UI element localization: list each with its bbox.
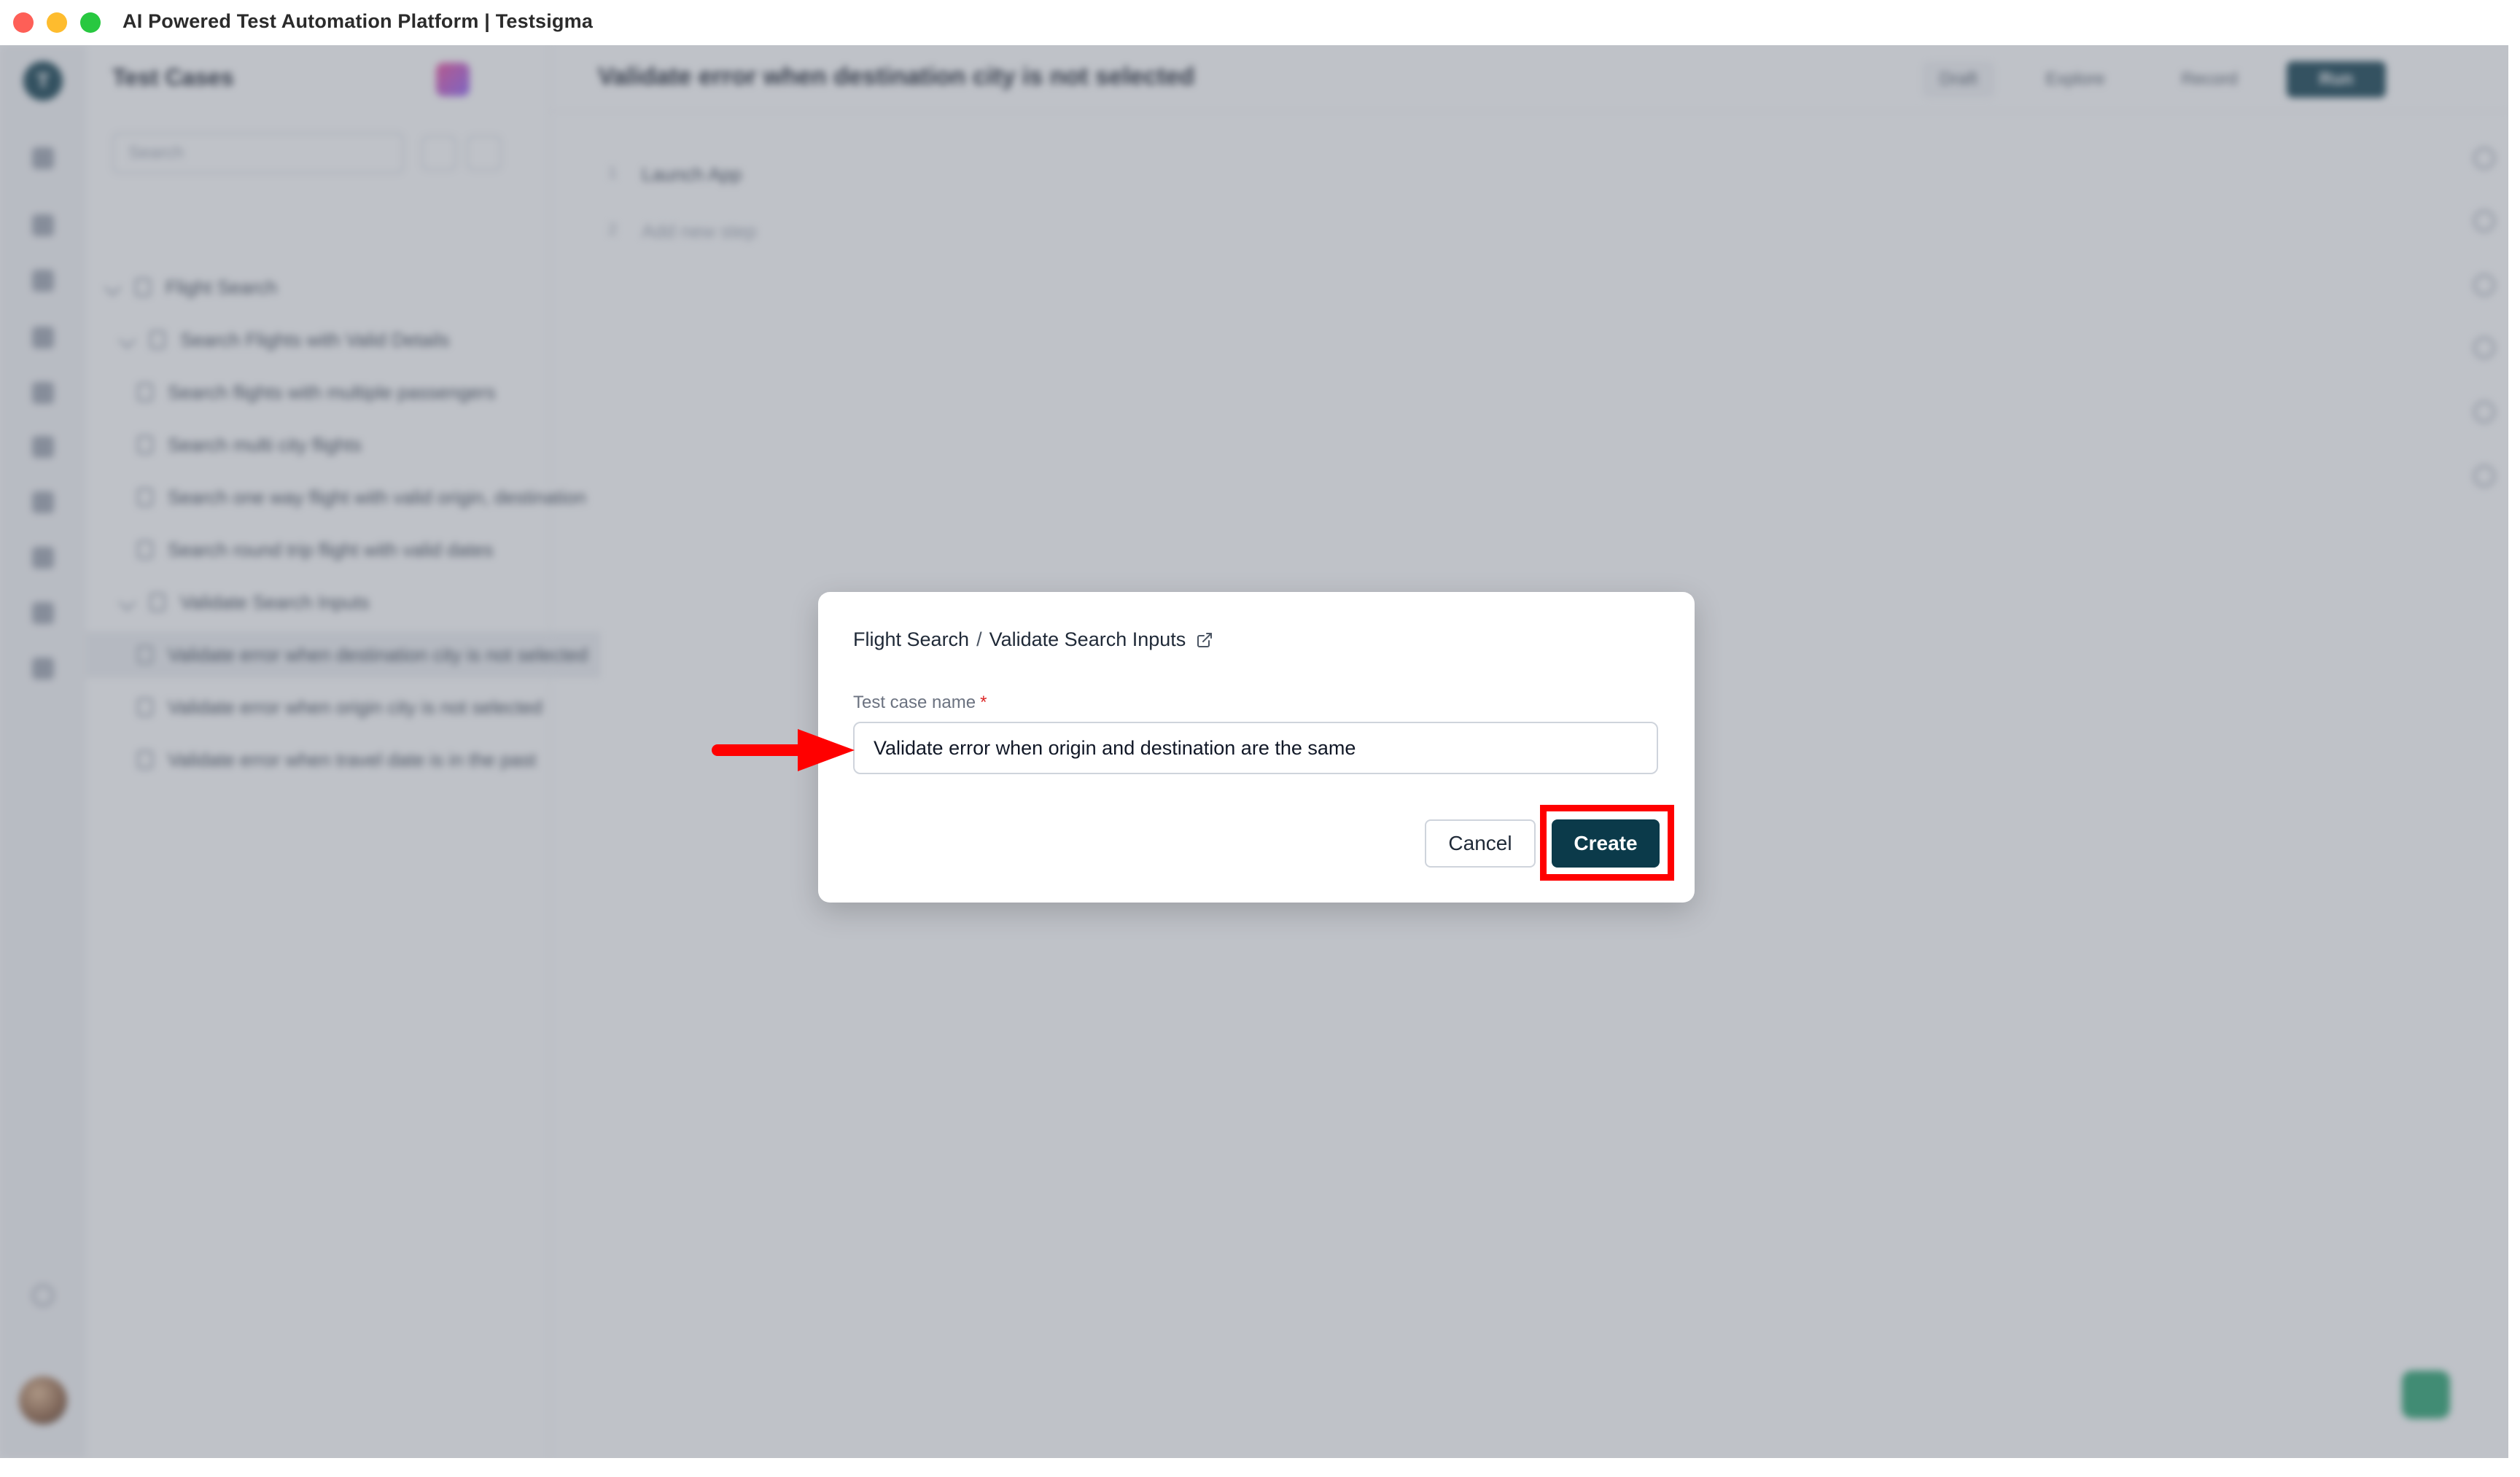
window-title: AI Powered Test Automation Platform | Te… xyxy=(122,10,594,32)
window-edge xyxy=(2508,45,2520,1458)
breadcrumb-parent: Flight Search xyxy=(853,628,970,650)
window-maximize-button[interactable] xyxy=(80,12,101,33)
window-close-button[interactable] xyxy=(13,12,34,33)
cancel-button[interactable]: Cancel xyxy=(1425,819,1536,868)
window-titlebar: AI Powered Test Automation Platform | Te… xyxy=(0,0,2520,46)
breadcrumb: Flight Search / Validate Search Inputs xyxy=(853,628,1213,651)
test-case-name-input[interactable] xyxy=(853,722,1658,774)
field-label-text: Test case name xyxy=(853,693,976,712)
breadcrumb-separator: / xyxy=(976,628,982,650)
required-marker: * xyxy=(980,693,987,712)
test-case-name-label: Test case name * xyxy=(853,693,987,713)
window-bottom-edge xyxy=(0,1458,2520,1477)
create-button[interactable]: Create xyxy=(1552,819,1660,868)
external-link-icon[interactable] xyxy=(1196,631,1213,649)
create-test-case-dialog: Flight Search / Validate Search Inputs T… xyxy=(818,592,1695,903)
breadcrumb-current: Validate Search Inputs xyxy=(989,628,1186,650)
window-minimize-button[interactable] xyxy=(47,12,67,33)
